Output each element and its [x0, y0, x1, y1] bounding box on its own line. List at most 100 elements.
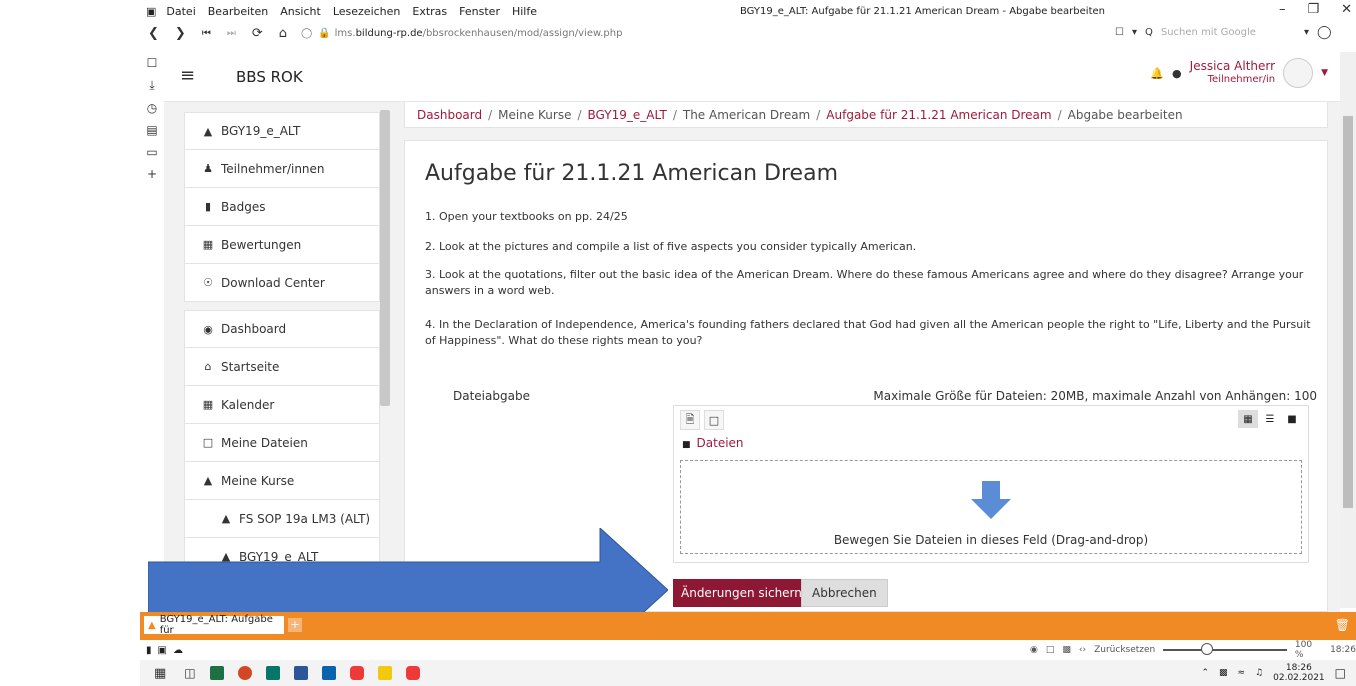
home-icon: ⌂: [204, 360, 212, 373]
user-name-block[interactable]: Jessica Altherr Teilnehmer/in: [1190, 59, 1275, 87]
windows-start-icon[interactable]: ▦: [154, 666, 166, 681]
tree-view-icon[interactable]: ■: [1282, 410, 1302, 428]
search-area[interactable]: ☐ ▾ Q Suchen mit Google ▾ ◯: [1115, 25, 1332, 40]
breadcrumb-dashboard[interactable]: Dashboard: [417, 108, 482, 122]
reload-icon[interactable]: ⟳: [252, 26, 263, 41]
page-scrollbar-thumb[interactable]: [1343, 116, 1353, 508]
browser-sidebar: ☐ ⤓ ◷ ▤ ▭ +: [140, 56, 164, 181]
close-icon[interactable]: ✕: [1341, 2, 1352, 17]
nav-item-download[interactable]: ☉ Download Center: [184, 264, 380, 302]
add-panel-icon[interactable]: +: [147, 167, 157, 181]
save-button[interactable]: Änderungen sichern: [673, 579, 810, 607]
nav-item-courses[interactable]: ▲ Meine Kurse: [184, 462, 380, 500]
dropdown-icon[interactable]: ▾: [1132, 27, 1137, 38]
camera-icon[interactable]: ◉: [1030, 645, 1038, 655]
zoom-slider[interactable]: [1163, 643, 1287, 655]
nav-item-participants[interactable]: ♟ Teilnehmer/innen: [184, 150, 380, 188]
vivaldi-icon[interactable]: [405, 666, 420, 680]
vivaldi-icon[interactable]: [349, 666, 364, 680]
chevron-up-icon[interactable]: ⌃: [1201, 668, 1209, 678]
drop-zone[interactable]: Bewegen Sie Dateien in dieses Feld (Drag…: [680, 460, 1302, 554]
zoom-reset[interactable]: Zurücksetzen: [1094, 645, 1155, 655]
menu-extras[interactable]: Extras: [412, 5, 447, 18]
menu-datei[interactable]: Datei: [166, 5, 195, 18]
nav-item-calendar[interactable]: ▦ Kalender: [184, 386, 380, 424]
chat-icon[interactable]: ●: [1172, 67, 1182, 80]
wifi-icon[interactable]: ≈: [1238, 668, 1246, 678]
menu-fenster[interactable]: Fenster: [459, 5, 500, 18]
image-icon[interactable]: ▩: [1062, 645, 1071, 655]
minimize-icon[interactable]: –: [1279, 2, 1286, 17]
nav-label: Startseite: [221, 359, 280, 374]
forward-icon[interactable]: ❯: [175, 26, 186, 41]
search-input[interactable]: Suchen mit Google: [1161, 27, 1256, 38]
volume-icon[interactable]: ♫: [1255, 668, 1263, 678]
bookmark-icon[interactable]: ☐: [1115, 27, 1124, 38]
menu-bearbeiten[interactable]: Bearbeiten: [208, 5, 268, 18]
page-scrollbar[interactable]: [1340, 52, 1356, 608]
excel-icon[interactable]: [209, 666, 224, 680]
network-icon[interactable]: ▩: [1219, 668, 1228, 678]
last-icon[interactable]: ⏭: [227, 28, 236, 39]
mail-icon[interactable]: [321, 666, 336, 680]
breadcrumb-course[interactable]: BGY19_e_ALT: [588, 108, 667, 122]
upload-limits: Maximale Größe für Dateien: 20MB, maxima…: [873, 389, 1317, 403]
bookmarks-icon[interactable]: ☐: [147, 56, 158, 70]
browser-statusbar: ▮ ▣ ☁ ◉ □ ▩ ‹› Zurücksetzen 100 % 18:26: [140, 640, 1356, 660]
publisher-icon[interactable]: [265, 666, 280, 680]
notifications-icon[interactable]: □: [1335, 666, 1346, 680]
nav-item-badges[interactable]: ▮ Badges: [184, 188, 380, 226]
panel-toggle-icon[interactable]: ▮: [146, 645, 152, 656]
drawer-scrollbar[interactable]: [380, 110, 390, 406]
cloud-icon[interactable]: ☁: [173, 645, 183, 656]
profile-icon[interactable]: ◯: [1317, 25, 1332, 40]
tile-icon[interactable]: ▣: [158, 645, 167, 656]
window-icon[interactable]: □: [1046, 645, 1055, 655]
new-folder-icon[interactable]: □: [704, 410, 724, 430]
caret-down-icon[interactable]: ▼: [1321, 68, 1328, 78]
table-icon: ▦: [202, 238, 214, 251]
clock[interactable]: 18:26 02.02.2021: [1273, 663, 1325, 683]
nav-item-dashboard[interactable]: ◉ Dashboard: [184, 310, 380, 348]
downloads-icon[interactable]: ⤓: [149, 78, 154, 93]
powerpoint-icon[interactable]: [237, 666, 252, 680]
breadcrumb-courses[interactable]: Meine Kurse: [498, 108, 571, 122]
home-icon[interactable]: ⌂: [279, 26, 287, 41]
browser-tab[interactable]: ▲ BGY19_e_ALT: Aufgabe für: [144, 614, 284, 636]
clock-date: 02.02.2021: [1273, 673, 1325, 683]
notes-icon[interactable]: ▤: [146, 123, 157, 137]
window-icon[interactable]: ▭: [146, 145, 157, 159]
trash-icon[interactable]: 🗑: [1335, 618, 1350, 632]
nav-item-course[interactable]: ▲ BGY19_e_ALT: [184, 112, 380, 150]
breadcrumb-assignment[interactable]: Aufgabe für 21.1.21 American Dream: [826, 108, 1051, 122]
first-icon[interactable]: ⏮: [202, 28, 211, 39]
grid-view-icon[interactable]: ▦: [1238, 410, 1258, 428]
list-view-icon[interactable]: ☰: [1260, 410, 1280, 428]
hamburger-icon[interactable]: ≡: [180, 65, 195, 86]
code-icon[interactable]: ‹›: [1079, 645, 1086, 655]
maximize-icon[interactable]: ❐: [1307, 2, 1319, 17]
search-dropdown-icon[interactable]: ▾: [1304, 27, 1309, 38]
menu-ansicht[interactable]: Ansicht: [280, 5, 321, 18]
cancel-button[interactable]: Abbrechen: [801, 579, 888, 607]
explorer-icon[interactable]: [377, 666, 392, 680]
new-tab-icon[interactable]: +: [288, 618, 302, 632]
site-brand[interactable]: BBS ROK: [236, 68, 303, 86]
task-view-icon[interactable]: ◫: [184, 666, 195, 680]
folder-path[interactable]: ■ Dateien: [682, 436, 744, 450]
word-icon[interactable]: [293, 666, 308, 680]
nav-item-grades[interactable]: ▦ Bewertungen: [184, 226, 380, 264]
history-icon[interactable]: ◷: [147, 101, 157, 115]
zoom-slider-knob[interactable]: [1201, 643, 1214, 655]
menu-hilfe[interactable]: Hilfe: [512, 5, 537, 18]
nav-item-home[interactable]: ⌂ Startseite: [184, 348, 380, 386]
nav-item-files[interactable]: □ Meine Dateien: [184, 424, 380, 462]
bell-icon[interactable]: 🔔: [1150, 67, 1164, 80]
avatar[interactable]: [1283, 58, 1314, 88]
breadcrumb-section[interactable]: The American Dream: [683, 108, 810, 122]
menu-lesezeichen[interactable]: Lesezeichen: [333, 5, 401, 18]
url-bar[interactable]: ◯ 🔒 lms. bildung-rp.de/bbsrockenhausen/mo…: [301, 28, 622, 39]
back-icon[interactable]: ❮: [148, 26, 159, 41]
add-file-icon[interactable]: 🗎: [680, 410, 700, 430]
user-menu[interactable]: 🔔 ● Jessica Altherr Teilnehmer/in ▼: [1150, 58, 1328, 88]
